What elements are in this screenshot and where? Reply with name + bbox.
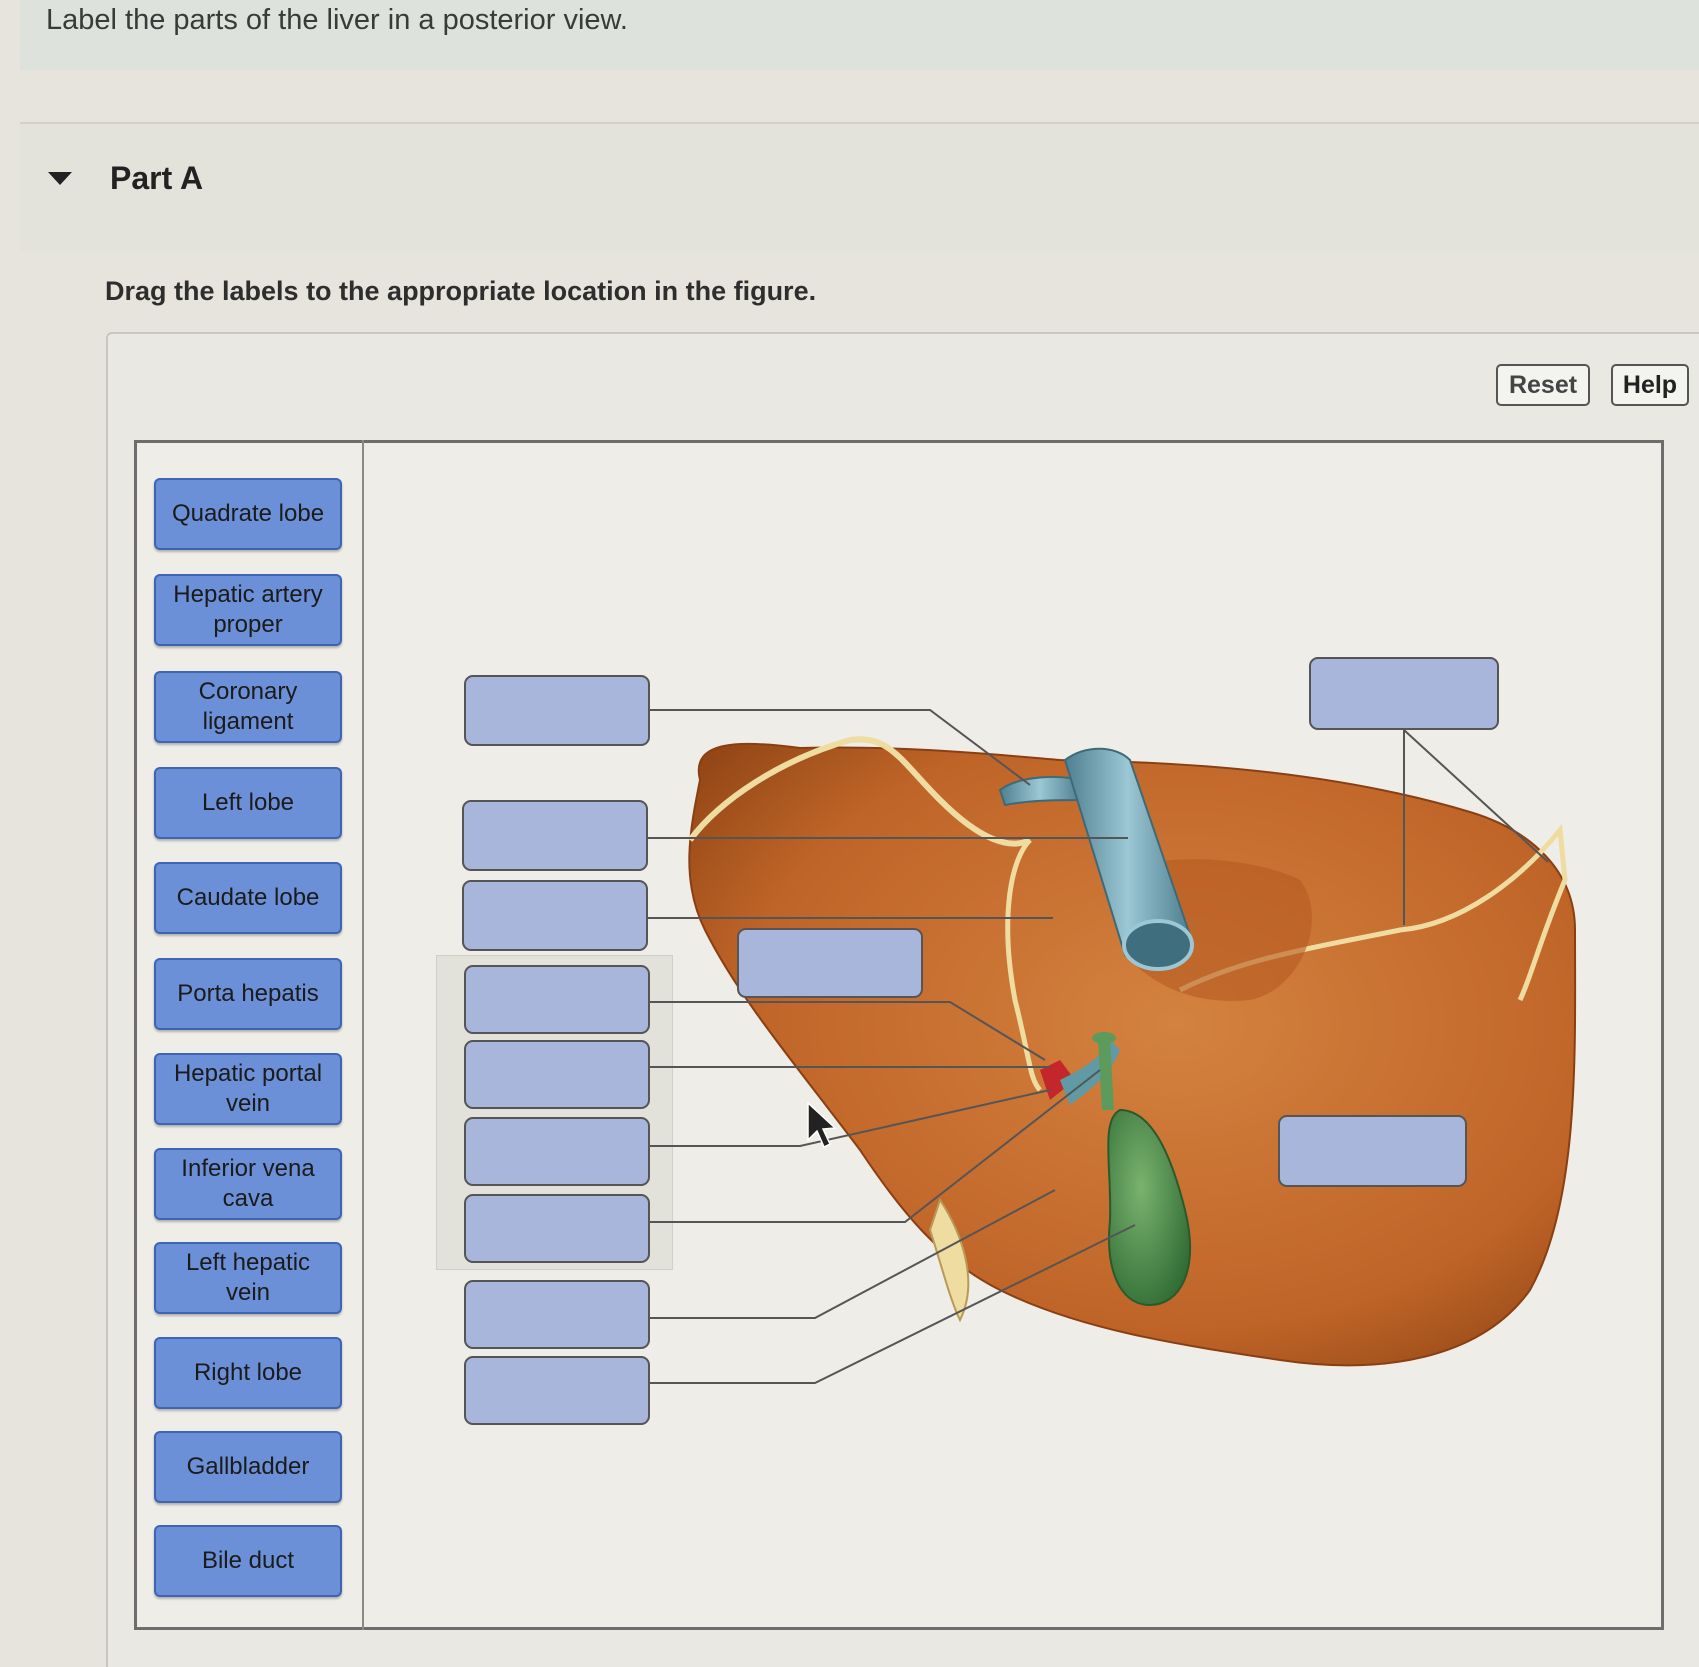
- drop-zone-5[interactable]: [464, 1040, 650, 1109]
- vena-cava-opening: [1122, 919, 1194, 971]
- liver-figure: [648, 709, 1577, 1384]
- drop-zone-11[interactable]: [1309, 657, 1499, 730]
- drop-zone-7[interactable]: [464, 1194, 650, 1263]
- drop-zone-4[interactable]: [464, 965, 650, 1034]
- drop-zone-6[interactable]: [464, 1117, 650, 1186]
- bile-duct-top: [1092, 1032, 1116, 1044]
- drop-zone-8[interactable]: [464, 1280, 650, 1349]
- drop-zone-9[interactable]: [464, 1356, 650, 1425]
- drop-zone-10[interactable]: [737, 928, 923, 998]
- drop-zone-2[interactable]: [462, 800, 648, 871]
- drop-zone-12[interactable]: [1278, 1115, 1467, 1187]
- drop-zone-1[interactable]: [464, 675, 650, 746]
- drop-zone-3[interactable]: [462, 880, 648, 951]
